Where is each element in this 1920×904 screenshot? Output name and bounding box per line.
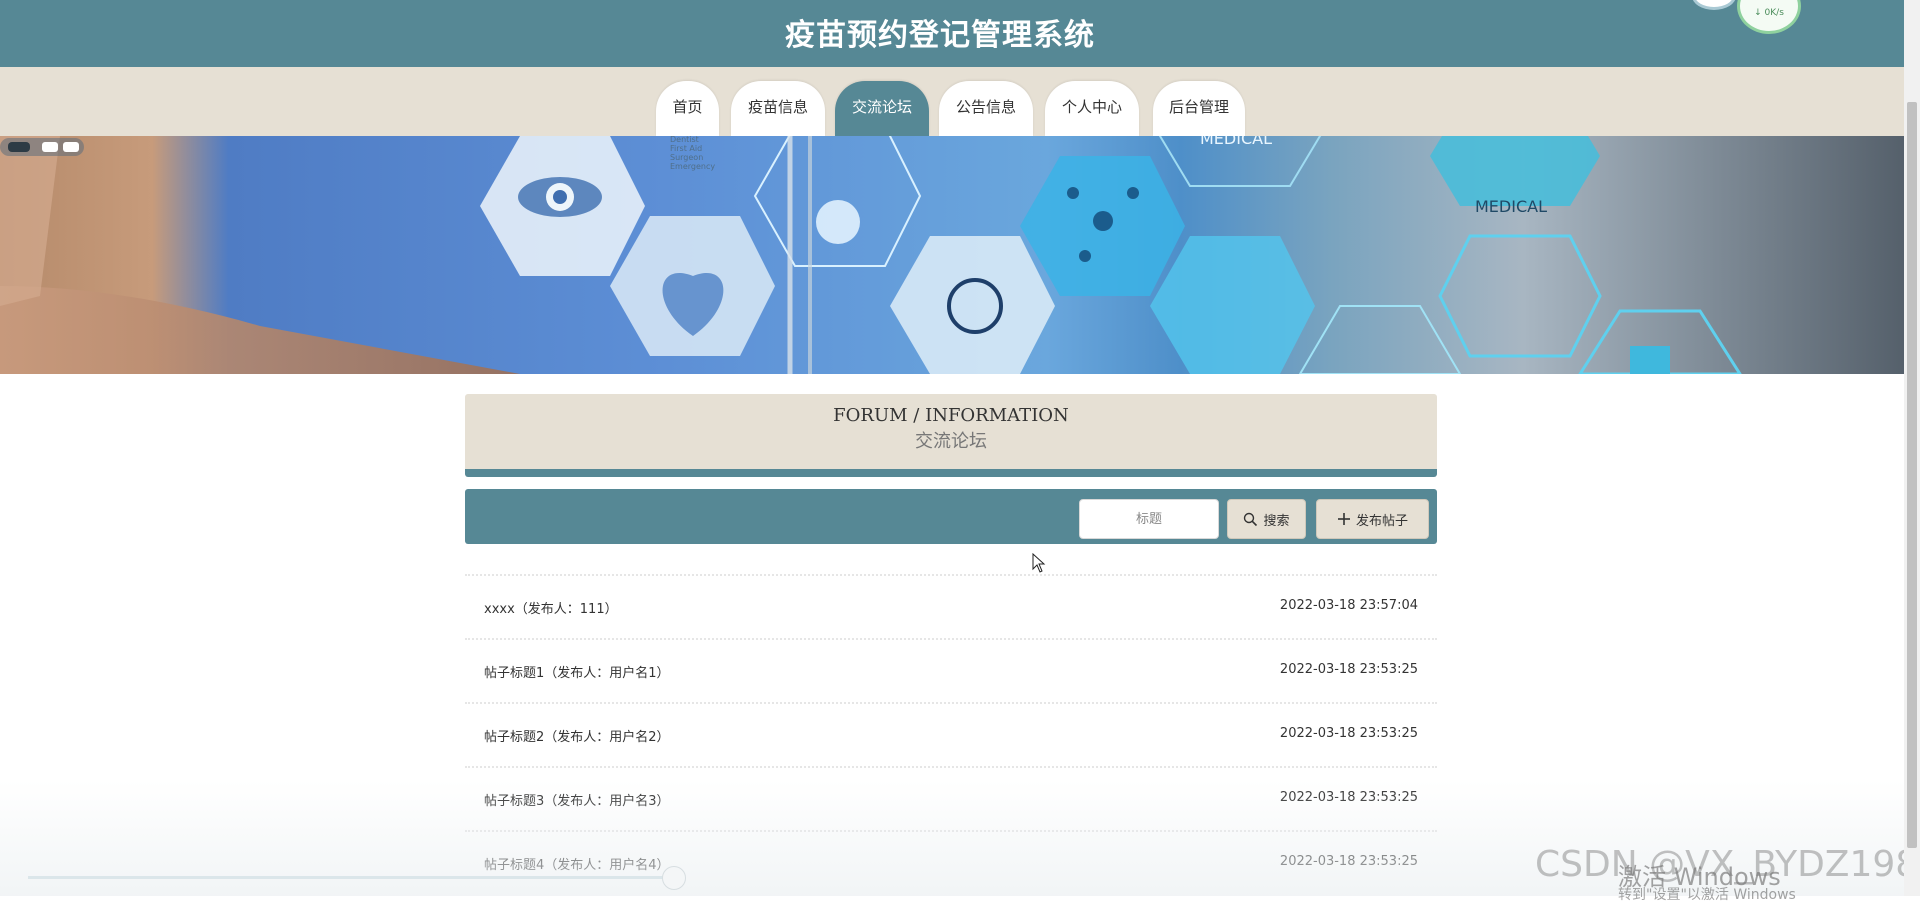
- plus-icon: [1337, 512, 1351, 526]
- search-bar: 搜索 发布帖子: [465, 489, 1437, 544]
- tab-vaccine-info[interactable]: 疫苗信息: [731, 81, 825, 136]
- banner-text-medical-1: MEDICAL: [1200, 136, 1272, 148]
- carousel-dot-1: [8, 142, 30, 152]
- post-title: 帖子标题3（发布人：用户名3）: [484, 794, 670, 809]
- list-item[interactable]: 帖子标题2（发布人：用户名2） 2022-03-18 23:53:25: [465, 704, 1437, 766]
- download-arrow-icon: ↓: [1754, 8, 1762, 18]
- list-item[interactable]: 帖子标题3（发布人：用户名3） 2022-03-18 23:53:25: [465, 768, 1437, 830]
- carousel-indicators: [0, 138, 84, 156]
- tab-home[interactable]: 首页: [656, 81, 719, 136]
- post-time: 2022-03-18 23:53:25: [1279, 854, 1418, 869]
- search-button[interactable]: 搜索: [1227, 499, 1306, 539]
- post-title: 帖子标题1（发布人：用户名1）: [484, 666, 670, 681]
- tab-admin[interactable]: 后台管理: [1153, 81, 1245, 136]
- carousel-dot-2: [42, 142, 58, 152]
- windows-activate-subtext: 转到"设置"以激活 Windows: [1618, 887, 1796, 903]
- post-time: 2022-03-18 23:53:25: [1279, 790, 1418, 805]
- section-title-cn: 交流论坛: [915, 431, 987, 452]
- tab-forum[interactable]: 交流论坛: [835, 81, 929, 136]
- publish-button-label: 发布帖子: [1355, 513, 1408, 529]
- section-header: FORUM / INFORMATION 交流论坛: [465, 394, 1437, 477]
- nav-bar: 首页 疫苗信息 交流论坛 公告信息 个人中心 后台管理: [0, 67, 1904, 136]
- banner-carousel[interactable]: MEDICAL MEDICAL Dentist First Aid Surgeo…: [0, 136, 1904, 374]
- post-time: 2022-03-18 23:53:25: [1279, 662, 1418, 677]
- svg-text:First Aid: First Aid: [670, 144, 702, 153]
- post-title: 帖子标题4（发布人：用户名4）: [484, 858, 670, 873]
- mouse-cursor-icon: [1032, 552, 1046, 577]
- slider-handle[interactable]: [662, 866, 686, 890]
- search-button-label: 搜索: [1263, 513, 1290, 529]
- site-title: 疫苗预约登记管理系统: [785, 18, 1095, 53]
- tab-personal-center[interactable]: 个人中心: [1045, 81, 1139, 136]
- svg-text:Surgeon: Surgeon: [670, 153, 703, 162]
- post-time: 2022-03-18 23:57:04: [1279, 598, 1418, 613]
- list-item[interactable]: 帖子标题1（发布人：用户名1） 2022-03-18 23:53:25: [465, 640, 1437, 702]
- tab-announcements[interactable]: 公告信息: [939, 81, 1033, 136]
- post-title: xxxx（发布人：111）: [484, 602, 618, 617]
- svg-text:Emergency: Emergency: [670, 162, 715, 171]
- carousel-dot-3: [63, 142, 79, 152]
- banner-text-medical-2: MEDICAL: [1475, 197, 1547, 216]
- section-title-en: FORUM / INFORMATION: [833, 405, 1069, 426]
- list-item[interactable]: 帖子标题4（发布人：用户名4） 2022-03-18 23:53:25: [465, 832, 1437, 894]
- banner-image: MEDICAL MEDICAL Dentist First Aid Surgeo…: [0, 136, 1742, 374]
- network-speed-text: 0K/s: [1764, 8, 1784, 18]
- slider-track[interactable]: [28, 876, 673, 879]
- publish-post-button[interactable]: 发布帖子: [1316, 499, 1429, 539]
- csdn-watermark: CSDN @VX_BYDZ1988: [1535, 844, 1920, 885]
- search-icon: [1243, 512, 1258, 527]
- list-item[interactable]: xxxx（发布人：111） 2022-03-18 23:57:04: [465, 576, 1437, 638]
- title-search-input[interactable]: [1079, 499, 1219, 539]
- post-time: 2022-03-18 23:53:25: [1279, 726, 1418, 741]
- header-bar: 疫苗预约登记管理系统 ↓ 0K/s: [0, 0, 1904, 67]
- scrollbar-thumb[interactable]: [1907, 102, 1917, 848]
- post-list: xxxx（发布人：111） 2022-03-18 23:57:04 帖子标题1（…: [465, 574, 1437, 894]
- svg-text:Dentist: Dentist: [670, 136, 699, 144]
- post-title: 帖子标题2（发布人：用户名2）: [484, 730, 670, 745]
- network-widget-ring: [1692, 0, 1736, 10]
